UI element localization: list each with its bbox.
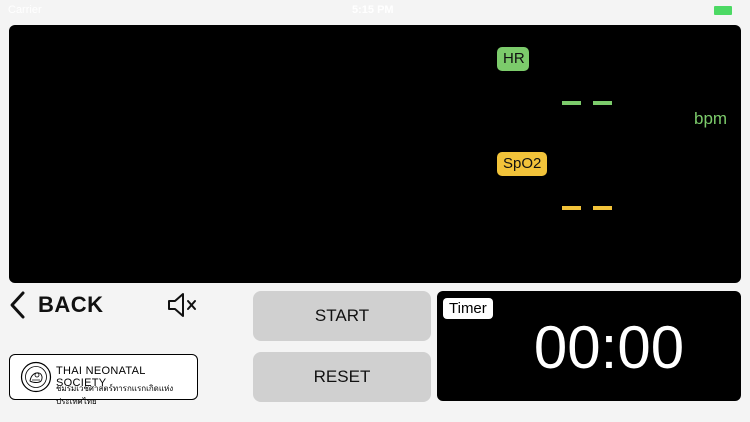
battery-icon bbox=[714, 6, 732, 15]
hr-value-dash-1 bbox=[562, 101, 581, 105]
society-seal-icon bbox=[20, 361, 52, 398]
status-time: 5:15 PM bbox=[352, 4, 394, 16]
spo2-value-dash-2 bbox=[593, 206, 612, 210]
status-bar: Carrier 5:15 PM bbox=[0, 0, 750, 22]
mute-toggle[interactable] bbox=[166, 291, 198, 324]
spo2-badge: SpO2 bbox=[497, 152, 548, 176]
chevron-left-icon bbox=[8, 290, 26, 320]
timer-value: 00:00 bbox=[533, 314, 685, 381]
carrier-label: Carrier bbox=[8, 4, 42, 16]
back-label: BACK bbox=[38, 292, 104, 317]
vitals-monitor: HR bpm SpO2 bbox=[9, 25, 741, 283]
reset-button[interactable]: RESET bbox=[253, 352, 431, 402]
timer-panel: Timer 00:00 bbox=[437, 291, 741, 401]
start-button[interactable]: START bbox=[253, 291, 431, 341]
thai-neonatal-society-logo: THAI NEONATAL SOCIETY ชมรมเวชศาสตร์ทารกแ… bbox=[9, 354, 198, 406]
hr-unit: bpm bbox=[694, 109, 728, 128]
speaker-muted-icon bbox=[166, 293, 198, 323]
hr-value-dash-2 bbox=[593, 101, 612, 105]
hr-badge: HR bbox=[497, 47, 529, 71]
back-button[interactable]: BACK bbox=[8, 288, 104, 322]
logo-subtitle: ชมรมเวชศาสตร์ทารกแรกเกิดแห่งประเทศไทย bbox=[56, 384, 174, 406]
spo2-value-dash-1 bbox=[562, 206, 581, 210]
